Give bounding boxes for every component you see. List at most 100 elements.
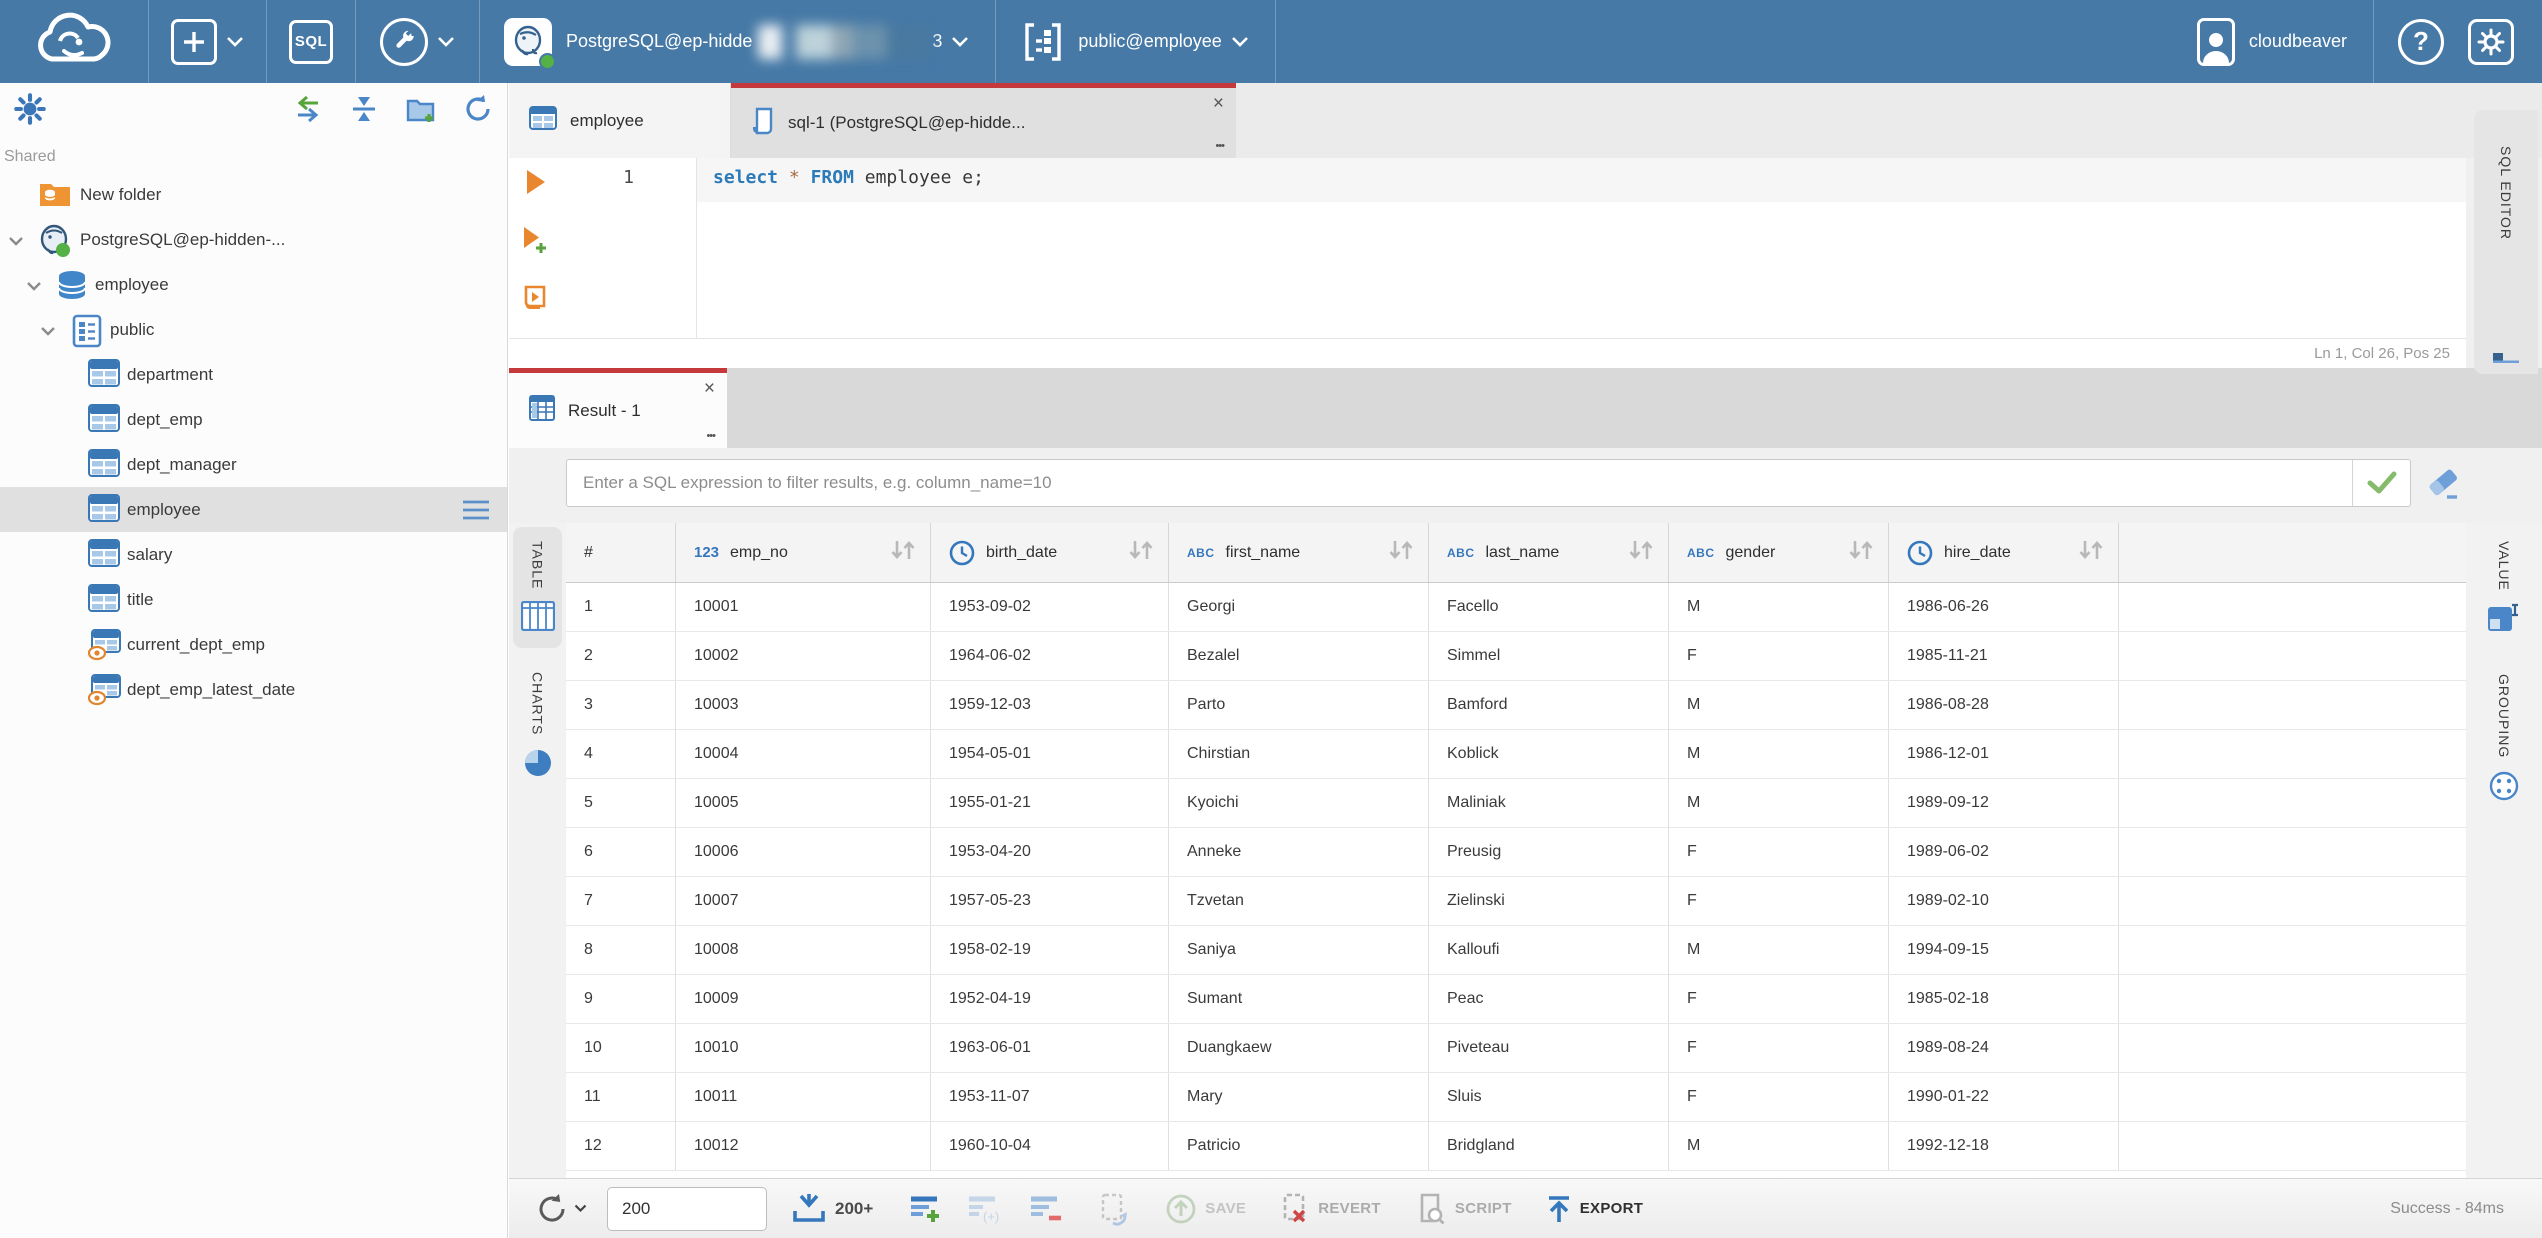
row-index-cell[interactable]: 4 [566, 730, 676, 778]
grid-cell[interactable]: Bamford [1429, 681, 1669, 729]
tab-menu-icon[interactable]: ••• [1215, 141, 1225, 152]
tree-item-salary[interactable]: salary [0, 532, 507, 577]
tab-grouping[interactable]: GROUPING [2470, 660, 2538, 819]
grid-cell[interactable]: F [1669, 975, 1889, 1023]
sort-icon[interactable] [889, 539, 917, 566]
tree-item-current-dept-emp[interactable]: current_dept_emp [0, 622, 507, 667]
apply-filter-button[interactable] [2352, 460, 2410, 506]
row-index-cell[interactable]: 11 [566, 1073, 676, 1121]
close-icon[interactable]: × [704, 379, 715, 398]
sort-icon[interactable] [1847, 539, 1875, 566]
grid-cell[interactable]: 10005 [676, 779, 931, 827]
tree-item-department[interactable]: department [0, 352, 507, 397]
script-button[interactable]: SCRIPT [1415, 1193, 1512, 1225]
grid-cell[interactable]: 1955-01-21 [931, 779, 1169, 827]
chevron-down-icon[interactable] [8, 232, 24, 252]
grid-cell[interactable]: 1953-09-02 [931, 583, 1169, 631]
grid-cell[interactable]: Koblick [1429, 730, 1669, 778]
grid-cell[interactable]: M [1669, 681, 1889, 729]
tree-item-postgresql-ep-hidden-[interactable]: PostgreSQL@ep-hidden-... [0, 217, 507, 262]
tree-item-dept-manager[interactable]: dept_manager [0, 442, 507, 487]
grid-cell[interactable]: 1957-05-23 [931, 877, 1169, 925]
fetch-size-input[interactable] [607, 1186, 767, 1231]
grid-cell[interactable]: 10011 [676, 1073, 931, 1121]
grid-cell[interactable]: 1989-06-02 [1889, 828, 2119, 876]
sql-editor-button[interactable]: SQL [289, 19, 333, 64]
grid-cell[interactable]: 1990-01-22 [1889, 1073, 2119, 1121]
grid-cell[interactable]: 1985-02-18 [1889, 975, 2119, 1023]
row-index-cell[interactable]: 5 [566, 779, 676, 827]
tree-item-public[interactable]: public [0, 307, 507, 352]
connection-tools-button[interactable] [380, 17, 455, 66]
tab-sql-editor-panel[interactable]: SQL EDITOR [2474, 110, 2538, 374]
grid-cell[interactable]: 10003 [676, 681, 931, 729]
user-menu[interactable]: cloudbeaver [2196, 17, 2347, 66]
grid-cell[interactable]: F [1669, 632, 1889, 680]
grid-cell[interactable]: Saniya [1169, 926, 1429, 974]
grid-cell[interactable]: Preusig [1429, 828, 1669, 876]
grid-cell[interactable]: Bezalel [1169, 632, 1429, 680]
tab-value[interactable]: VALUE [2470, 527, 2538, 650]
grid-cell[interactable]: 1952-04-19 [931, 975, 1169, 1023]
tab-result-1[interactable]: Result - 1 × ••• [509, 368, 727, 448]
grid-cell[interactable]: 1986-08-28 [1889, 681, 2119, 729]
grid-cell[interactable]: 1989-09-12 [1889, 779, 2119, 827]
grid-cell[interactable]: F [1669, 877, 1889, 925]
help-button[interactable]: ? [2398, 18, 2444, 65]
grid-cell[interactable]: Kyoichi [1169, 779, 1429, 827]
grid-cell[interactable]: Peac [1429, 975, 1669, 1023]
item-menu-icon[interactable] [461, 499, 491, 526]
refresh-result-button[interactable] [535, 1192, 587, 1226]
grid-cell[interactable]: 1953-04-20 [931, 828, 1169, 876]
execute-script-button[interactable] [522, 284, 548, 317]
save-button[interactable]: SAVE [1165, 1193, 1246, 1225]
grid-cell[interactable]: Bridgland [1429, 1122, 1669, 1170]
grid-cell[interactable]: 10004 [676, 730, 931, 778]
grid-cell[interactable]: 10001 [676, 583, 931, 631]
row-index-cell[interactable]: 2 [566, 632, 676, 680]
grid-cell[interactable]: 1989-08-24 [1889, 1024, 2119, 1072]
tab-sql-1[interactable]: sql-1 (PostgreSQL@ep-hidde... × ••• [731, 83, 1236, 158]
row-index-cell[interactable]: 12 [566, 1122, 676, 1170]
grid-cell[interactable]: M [1669, 779, 1889, 827]
new-connection-button[interactable] [171, 18, 244, 65]
grid-header-last_name[interactable]: ABC last_name [1429, 523, 1669, 582]
sort-icon[interactable] [2077, 539, 2105, 566]
add-row-button[interactable] [907, 1193, 943, 1225]
grid-cell[interactable]: Georgi [1169, 583, 1429, 631]
grid-cell[interactable]: 1985-11-21 [1889, 632, 2119, 680]
grid-cell[interactable]: 1994-09-15 [1889, 926, 2119, 974]
grid-cell[interactable]: M [1669, 730, 1889, 778]
grid-cell[interactable]: 10007 [676, 877, 931, 925]
tree-item-dept-emp[interactable]: dept_emp [0, 397, 507, 442]
grid-cell[interactable]: 1963-06-01 [931, 1024, 1169, 1072]
grid-cell[interactable]: 1986-06-26 [1889, 583, 2119, 631]
grid-header-gender[interactable]: ABC gender [1669, 523, 1889, 582]
export-button[interactable]: EXPORT [1546, 1194, 1643, 1224]
grid-cell[interactable]: Tzvetan [1169, 877, 1429, 925]
grid-cell[interactable]: 1959-12-03 [931, 681, 1169, 729]
schema-selector[interactable]: public@employee [1022, 21, 1248, 63]
sort-icon[interactable] [1627, 539, 1655, 566]
grid-cell[interactable]: Parto [1169, 681, 1429, 729]
delete-row-button[interactable] [1027, 1193, 1063, 1225]
grid-cell[interactable]: Patricio [1169, 1122, 1429, 1170]
grid-cell[interactable]: F [1669, 1024, 1889, 1072]
grid-header-first_name[interactable]: ABC first_name [1169, 523, 1429, 582]
grid-cell[interactable]: 10006 [676, 828, 931, 876]
tree-item-employee[interactable]: employee [0, 262, 507, 307]
grid-cell[interactable]: 1964-06-02 [931, 632, 1169, 680]
grid-cell[interactable]: 10002 [676, 632, 931, 680]
filter-input[interactable] [567, 460, 2352, 506]
tree-item-new-folder[interactable]: New folder [0, 172, 507, 217]
collapse-all-button[interactable] [349, 94, 379, 129]
sync-selection-button[interactable] [293, 94, 323, 129]
grid-cell[interactable]: Sluis [1429, 1073, 1669, 1121]
grid-header-index[interactable]: # [566, 523, 676, 582]
duplicate-row-button[interactable]: (+) [965, 1193, 1005, 1225]
new-folder-button[interactable] [405, 94, 437, 129]
row-index-cell[interactable]: 10 [566, 1024, 676, 1072]
sidebar-settings-button[interactable] [14, 93, 46, 130]
apply-changes-button[interactable] [1097, 1192, 1131, 1226]
tree-item-dept-emp-latest-date[interactable]: dept_emp_latest_date [0, 667, 507, 712]
